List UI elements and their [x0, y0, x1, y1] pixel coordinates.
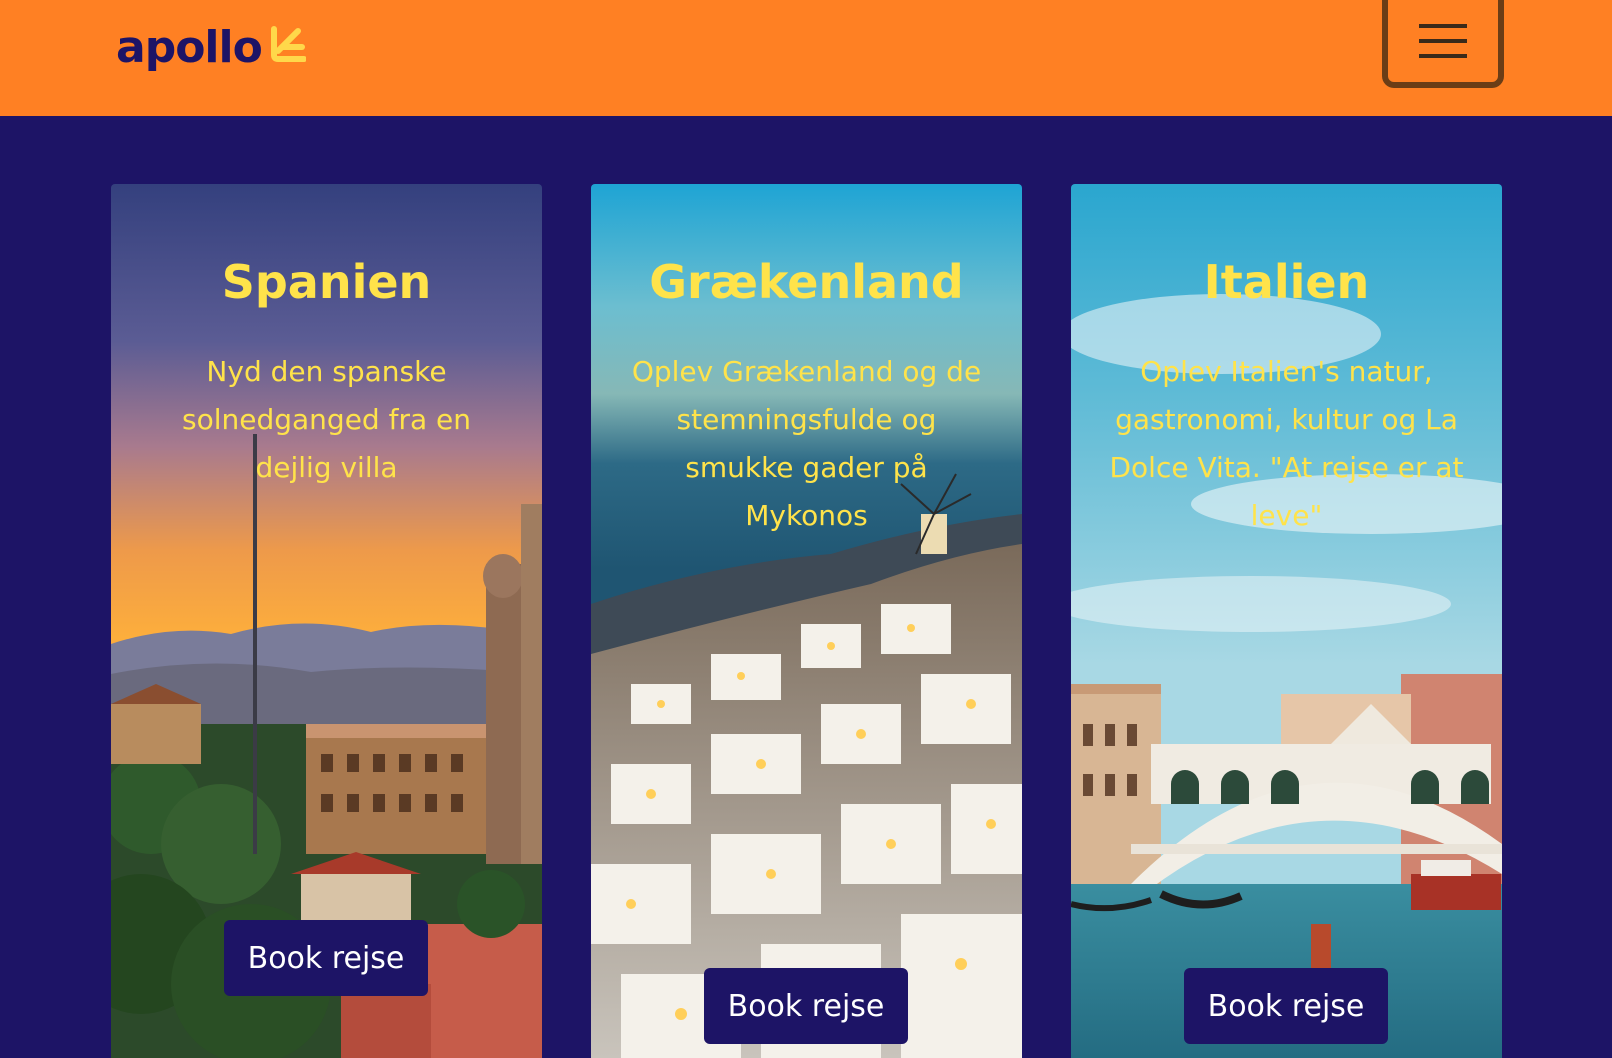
card-description: Oplev Italien's natur, gastronomi, kultu… [1109, 355, 1464, 532]
logo-text: apollo [116, 22, 263, 73]
card-description: Oplev Grækenland og de stemningsfulde og… [631, 355, 982, 532]
hamburger-menu-button[interactable] [1382, 0, 1504, 88]
destination-card-greece: Grækenland Oplev Grækenland og de stemni… [591, 184, 1022, 1058]
mykonos-village-night-photo [591, 184, 1022, 1058]
card-description: Nyd den spanske solnedganged fra en dejl… [182, 355, 471, 484]
card-title: Grækenland [649, 255, 964, 309]
card-title: Italien [1203, 255, 1370, 309]
venice-rialto-bridge-photo [1071, 184, 1502, 1058]
apollo-logo[interactable]: apollo [116, 20, 307, 76]
book-trip-button[interactable]: Book rejse [704, 968, 908, 1044]
destination-card-italy: Italien Oplev Italien's natur, gastronom… [1071, 184, 1502, 1058]
navbar: apollo [0, 0, 1612, 116]
destination-card-spain: Spanien Nyd den spanske solnedganged fra… [111, 184, 542, 1058]
book-trip-button[interactable]: Book rejse [224, 920, 428, 996]
hamburger-menu-icon [1417, 22, 1469, 60]
card-title: Spanien [221, 255, 432, 309]
book-trip-button[interactable]: Book rejse [1184, 968, 1388, 1044]
apollo-sun-icon [268, 25, 307, 67]
